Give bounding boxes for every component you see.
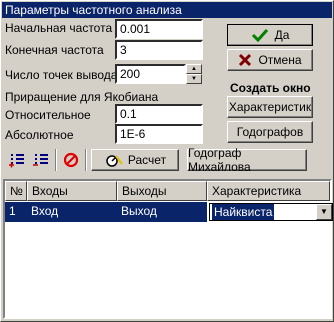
remove-row-icon[interactable] — [29, 149, 53, 171]
end-frequency-label: Конечная частота — [5, 43, 104, 57]
start-frequency-input[interactable]: 0.001 — [115, 19, 203, 39]
start-frequency-label: Начальная частота — [5, 21, 113, 35]
output-points-input[interactable]: 200 — [115, 64, 186, 84]
ok-button-label: Да — [274, 28, 290, 42]
absolute-input[interactable]: 1E-6 — [115, 124, 203, 144]
column-header-number[interactable]: № — [5, 181, 27, 201]
ok-button[interactable]: Да — [227, 24, 313, 46]
column-header-outputs[interactable]: Выходы — [117, 181, 207, 201]
relative-label: Относительное — [5, 108, 91, 122]
toolbar-separator — [85, 149, 87, 171]
absolute-label: Абсолютное — [5, 128, 74, 142]
output-cell[interactable]: Выход — [117, 202, 207, 222]
calculate-icon — [106, 155, 123, 167]
toolbar-separator — [55, 149, 57, 171]
calculate-button[interactable]: Расчет — [91, 149, 179, 171]
calculate-button-label: Расчет — [127, 153, 167, 167]
column-header-characteristic[interactable]: Характеристика — [207, 181, 330, 201]
row-number-cell[interactable]: 1 — [5, 202, 27, 222]
add-row-icon[interactable] — [5, 149, 29, 171]
relative-input[interactable]: 0.1 — [115, 104, 203, 124]
checkmark-icon — [251, 28, 268, 42]
hodographs-button[interactable]: Годографов — [227, 121, 313, 143]
mikhailov-hodograph-button[interactable]: Годограф Михайлова — [187, 146, 307, 174]
frequency-analysis-dialog: Параметры частотного анализа Начальная ч… — [0, 0, 334, 322]
characteristic-select-value: Найквиста — [212, 204, 275, 220]
characteristics-button[interactable]: Характеристик — [227, 96, 313, 118]
input-cell[interactable]: Вход — [27, 202, 117, 222]
characteristic-select[interactable]: Найквиста ▼ — [209, 203, 333, 221]
spin-down-icon[interactable]: ▼ — [186, 74, 202, 84]
clear-icon[interactable] — [59, 149, 83, 171]
spin-up-icon[interactable]: ▲ — [186, 64, 202, 74]
output-points-spinner[interactable]: ▲ ▼ — [186, 64, 202, 84]
cancel-button[interactable]: Отмена — [227, 49, 313, 71]
jacobian-increment-label: Приращение для Якобиана — [5, 90, 159, 104]
create-window-label: Создать окно — [230, 81, 311, 95]
io-table: № Входы Выходы Характеристика 1 Вход Вых… — [3, 179, 333, 319]
end-frequency-input[interactable]: 3 — [115, 40, 203, 60]
cancel-button-label: Отмена — [258, 53, 302, 67]
chevron-down-icon[interactable]: ▼ — [316, 204, 332, 220]
window-title: Параметры частотного анализа — [2, 2, 332, 18]
close-icon — [239, 53, 252, 67]
output-points-label: Число точек вывода — [5, 68, 118, 82]
column-header-inputs[interactable]: Входы — [27, 181, 117, 201]
